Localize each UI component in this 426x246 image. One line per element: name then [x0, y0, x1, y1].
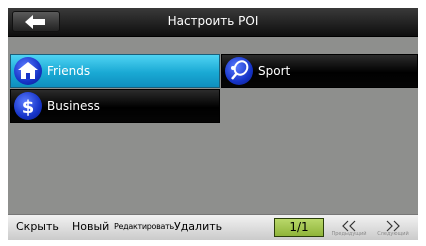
next-page-label: Следующий [377, 231, 409, 237]
edit-button[interactable]: Редактировать [114, 222, 174, 231]
screen: Настроить POI Friends Sport $ Business С… [8, 8, 418, 240]
device-frame: Настроить POI Friends Sport $ Business С… [0, 0, 426, 246]
delete-button[interactable]: Удалить [174, 220, 222, 233]
previous-page-button[interactable]: Предыдущий [330, 217, 368, 239]
category-list: Friends Sport $ Business [8, 37, 418, 214]
category-label: Business [47, 99, 100, 113]
category-label: Friends [47, 64, 91, 78]
page-title: Настроить POI [167, 14, 259, 28]
tennis-racket-icon [225, 57, 253, 85]
page-indicator: 1/1 [274, 218, 324, 237]
category-label: Sport [258, 64, 291, 78]
category-item-friends[interactable]: Friends [10, 54, 220, 88]
svg-text:$: $ [22, 97, 35, 118]
title-bar: Настроить POI [8, 8, 418, 37]
back-button[interactable] [12, 11, 60, 32]
next-page-button[interactable]: Следующий [374, 217, 412, 239]
hide-button[interactable]: Скрыть [16, 220, 59, 233]
category-item-sport[interactable]: Sport [221, 54, 418, 88]
bottom-toolbar: Скрыть Новый Редактировать Удалить 1/1 П… [8, 214, 418, 240]
dollar-icon: $ [14, 92, 42, 120]
new-button[interactable]: Новый [72, 220, 109, 233]
category-item-business[interactable]: $ Business [10, 89, 220, 123]
house-icon [14, 57, 42, 85]
previous-page-label: Предыдущий [331, 231, 367, 237]
back-arrow-icon [25, 15, 45, 29]
